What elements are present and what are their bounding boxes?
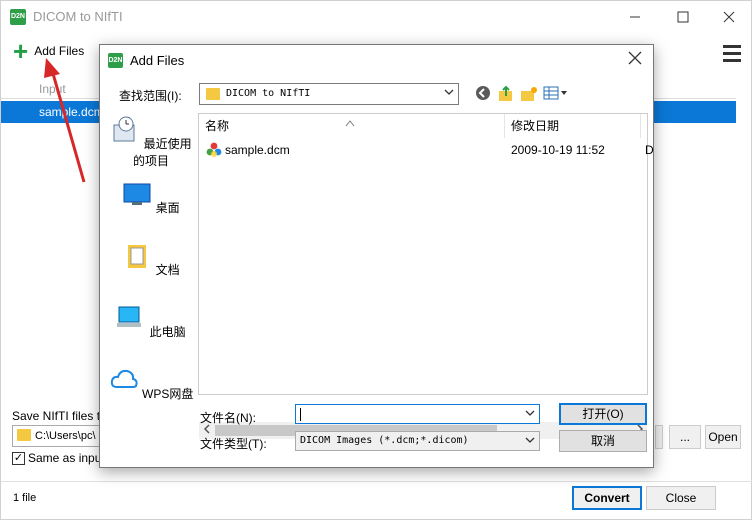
places-bar: 最近使用的项目 桌面 文档 此电脑 WPS网盘: [106, 111, 196, 401]
output-path-value: C:\Users\pc\: [35, 430, 96, 442]
view-menu-button[interactable]: [543, 85, 569, 103]
add-files-dialog: D2N Add Files 查找范围(I): DICOM to NIfTI 最近…: [99, 44, 654, 468]
list-item[interactable]: sample.dcm 2009-10-19 11:52 D: [199, 140, 654, 160]
path-button-partial[interactable]: [655, 425, 663, 449]
recent-icon: [113, 116, 135, 142]
dicom-file-icon: [206, 142, 222, 157]
back-arrow-icon: [476, 86, 490, 100]
place-label: 最近使用的项目: [132, 137, 192, 168]
same-as-input-checkbox[interactable]: ✓ Same as input: [12, 451, 105, 465]
menu-icon: [723, 45, 741, 48]
minimize-icon: [630, 16, 640, 18]
place-label: 此电脑: [149, 325, 186, 339]
file-type-dropdown[interactable]: DICOM Images (*.dcm;*.dicom): [295, 431, 540, 451]
text-cursor: [300, 408, 301, 421]
window-title: DICOM to NIfTI: [33, 9, 123, 24]
sort-ascending-icon: [345, 112, 355, 136]
chevron-down-icon[interactable]: [525, 408, 535, 421]
file-type-value: DICOM Images (*.dcm;*.dicom): [300, 435, 469, 446]
app-logo-icon: D2N: [10, 9, 26, 25]
file-extra-column: D: [645, 143, 654, 157]
convert-button[interactable]: Convert: [572, 486, 642, 510]
cancel-button[interactable]: 取消: [559, 430, 647, 452]
look-in-label: 查找范围(I):: [119, 89, 182, 103]
view-grid-icon: [543, 86, 567, 100]
look-in-value: DICOM to NIfTI: [226, 88, 311, 99]
cloud-icon: [110, 369, 138, 388]
plus-icon: +: [13, 36, 29, 66]
place-label: 文档: [155, 263, 180, 277]
documents-icon: [128, 245, 147, 268]
back-button[interactable]: [474, 85, 492, 103]
place-recent[interactable]: 最近使用的项目: [106, 115, 196, 169]
output-path-field[interactable]: C:\Users\pc\: [12, 425, 112, 447]
same-as-input-label: Same as input: [28, 451, 105, 465]
new-folder-button[interactable]: [520, 85, 538, 103]
close-icon: [723, 11, 735, 23]
up-folder-button[interactable]: [497, 85, 515, 103]
maximize-icon: [677, 11, 689, 23]
place-label: 桌面: [155, 201, 180, 215]
save-label: Save NIfTI files to: [12, 409, 107, 423]
folder-icon: [206, 88, 220, 100]
menu-button[interactable]: [723, 45, 741, 63]
file-name: sample.dcm: [225, 143, 290, 157]
maximize-button[interactable]: [660, 1, 706, 33]
place-documents[interactable]: 文档: [106, 241, 196, 278]
place-label: WPS网盘: [142, 387, 194, 401]
file-modified: 2009-10-19 11:52: [511, 143, 605, 157]
title-bar: D2N DICOM to NIfTI: [1, 1, 752, 33]
column-header-name[interactable]: 名称: [199, 114, 505, 138]
close-window-button[interactable]: [706, 1, 752, 33]
up-folder-icon: [499, 85, 512, 101]
file-name-label: 文件名(N):: [200, 411, 256, 425]
place-wps-cloud[interactable]: WPS网盘: [106, 365, 196, 402]
new-folder-icon: [521, 87, 537, 101]
add-files-button[interactable]: + Add Files: [13, 36, 85, 66]
add-files-label: Add Files: [34, 44, 85, 58]
dialog-title: Add Files: [130, 53, 185, 68]
open-folder-button[interactable]: Open: [705, 425, 741, 449]
column-header-modified[interactable]: 修改日期: [505, 114, 641, 138]
dialog-title-bar: D2N Add Files: [100, 45, 653, 75]
file-name-input[interactable]: [295, 404, 540, 424]
chevron-down-icon: [444, 87, 454, 100]
status-bar: 1 file Convert Close: [1, 481, 752, 521]
file-list: 名称 修改日期 sample.dcm 2009-10-19 11:52 D: [198, 113, 654, 439]
dialog-close-button[interactable]: [625, 50, 645, 70]
file-count: 1 file: [13, 492, 37, 504]
place-this-pc[interactable]: 此电脑: [106, 303, 196, 340]
minimize-button[interactable]: [612, 1, 658, 33]
close-button[interactable]: Close: [646, 486, 716, 510]
place-desktop[interactable]: 桌面: [106, 179, 196, 216]
this-pc-icon: [117, 306, 142, 327]
dialog-logo-icon: D2N: [108, 53, 123, 68]
desktop-icon: [123, 183, 151, 205]
chevron-down-icon: [525, 435, 535, 448]
folder-icon: [17, 429, 31, 441]
browse-button[interactable]: ...: [669, 425, 701, 449]
look-in-dropdown[interactable]: DICOM to NIfTI: [199, 83, 459, 105]
file-type-label: 文件类型(T):: [200, 437, 267, 451]
open-button[interactable]: 打开(O): [559, 403, 647, 425]
checkbox-check-icon: ✓: [12, 451, 25, 465]
close-icon: [628, 51, 642, 65]
